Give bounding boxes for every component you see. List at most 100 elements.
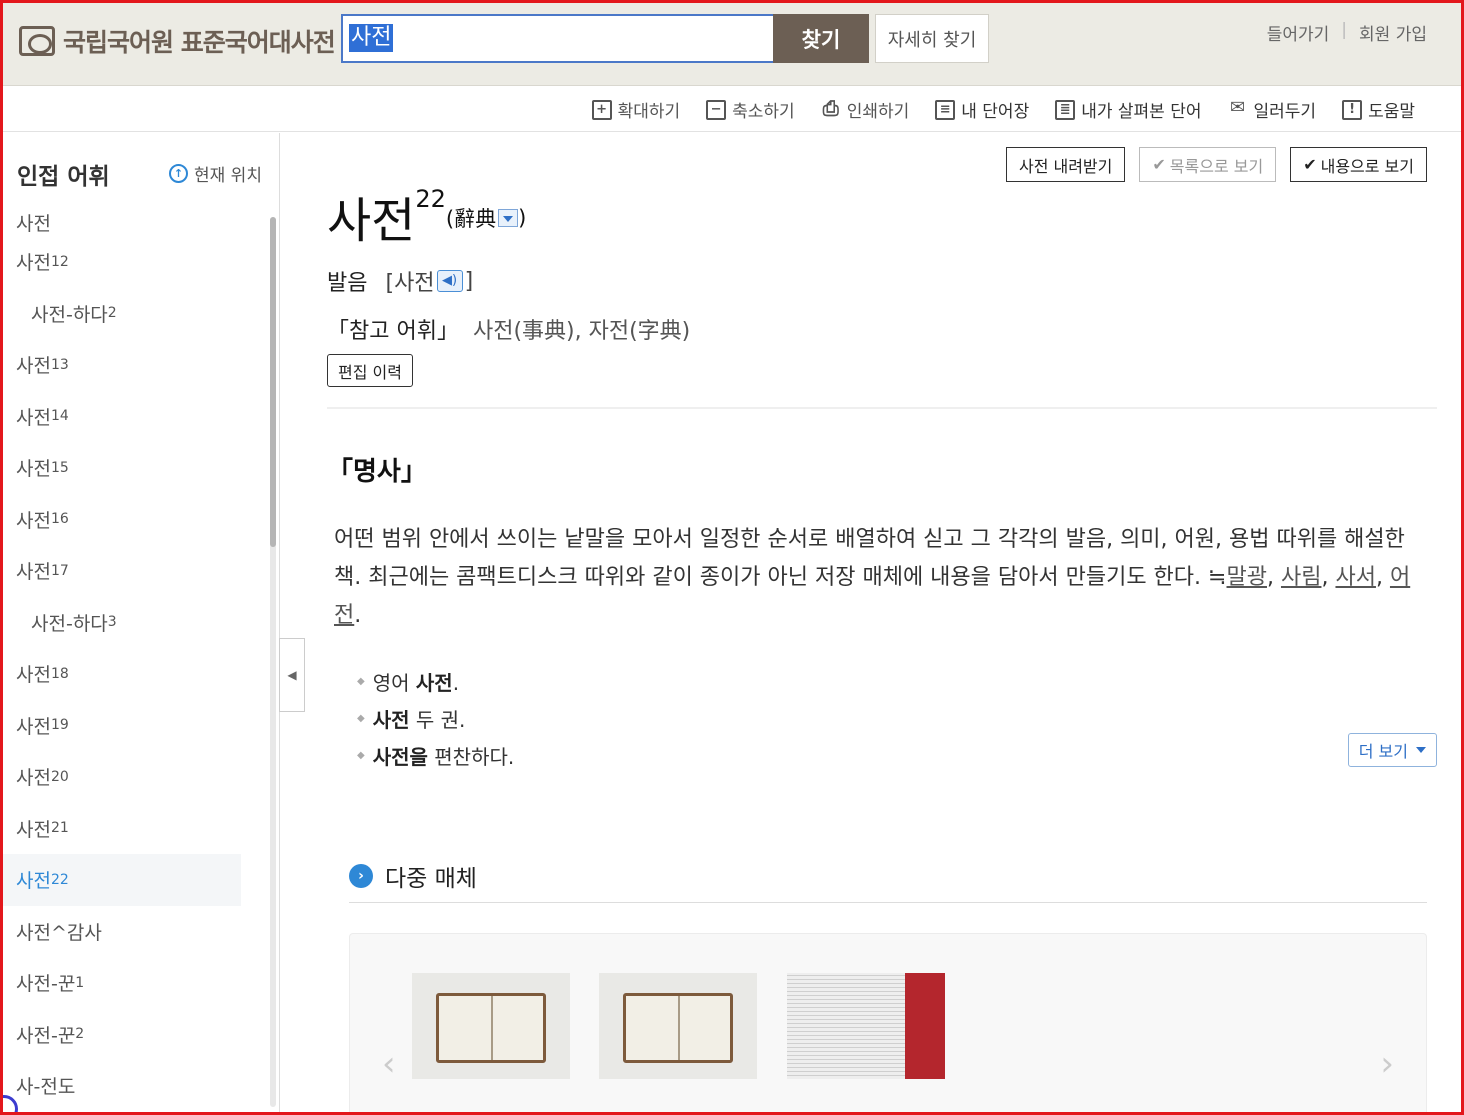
print-button[interactable]: ⎙ 인쇄하기 xyxy=(821,95,910,123)
sidebar-word-item[interactable]: 사전 17 xyxy=(3,545,271,597)
sidebar-word-item[interactable]: 사전 16 xyxy=(3,494,271,546)
speaker-icon[interactable]: ◀) xyxy=(436,270,463,292)
sidebar-word-number: 20 xyxy=(50,768,69,785)
help-button[interactable]: ! 도움말 xyxy=(1342,97,1415,122)
hanja-close: ) xyxy=(518,206,527,230)
login-link[interactable]: 들어가기 xyxy=(1267,20,1330,45)
reference-label: 「참고 어휘」 xyxy=(327,319,459,344)
sidebar-word-number: 21 xyxy=(50,820,69,837)
sidebar-word-label: 사-전도 xyxy=(16,1076,76,1099)
example-text: 사전을 편찬하다. xyxy=(372,745,515,769)
current-location-label: 현재 위치 xyxy=(194,166,262,186)
content-view-button[interactable]: ✔ 내용으로 보기 xyxy=(1290,147,1427,182)
carousel-next-icon[interactable]: › xyxy=(1380,1044,1394,1084)
synonym-link[interactable]: 말광 xyxy=(1227,565,1267,590)
example-item: ◆ 사전을 편찬하다. xyxy=(357,737,514,774)
sidebar-word-label: 사전 xyxy=(16,458,51,481)
pronunciation-text: [사전 xyxy=(385,271,435,296)
sidebar-word-number: 22 xyxy=(50,871,69,888)
hanja: (辭典 ) xyxy=(446,203,526,233)
list-view-button[interactable]: ✔ 목록으로 보기 xyxy=(1139,147,1277,182)
part-of-speech: 「명사」 xyxy=(327,457,427,487)
open-book-image xyxy=(436,993,546,1063)
carousel-prev-icon[interactable]: ‹ xyxy=(382,1044,396,1084)
content-view-label: 내용으로 보기 xyxy=(1320,156,1414,176)
zoom-in-button[interactable]: + 확대하기 xyxy=(591,97,681,122)
signup-link[interactable]: 회원 가입 xyxy=(1359,20,1427,45)
adjacent-word-list: 사전 사전 12 사전-하다 2 사전 13 사전 14 사전 15 사전 16 사전 17 사전-하다 3 사전… xyxy=(3,210,271,1112)
media-thumbnail[interactable] xyxy=(412,973,570,1079)
sidebar-word-number: 1 xyxy=(75,974,85,991)
sidebar-word-label: 사전 xyxy=(16,561,51,584)
entry-content: 사전 내려받기 ✔ 목록으로 보기 ✔ 내용으로 보기 사전 22 (辭典 ) … xyxy=(327,133,1439,1115)
media-thumbnail[interactable] xyxy=(599,973,757,1079)
sidebar-word-label: 사전 xyxy=(16,509,51,532)
synonym-link[interactable]: 사림 xyxy=(1281,565,1321,590)
logo-mark-icon xyxy=(19,26,55,56)
sidebar-word-number: 15 xyxy=(50,459,69,476)
site-logo[interactable]: 국립국어원 표준국어대사전 xyxy=(19,23,336,59)
sidebar-word-item[interactable]: 사전-하다 2 xyxy=(3,288,271,340)
sidebar-word-item[interactable]: 사전 xyxy=(3,210,271,236)
red-cover-image xyxy=(905,973,945,1079)
diamond-bullet-icon: ◆ xyxy=(357,750,365,761)
example-item: ◆ 사전 두 권. xyxy=(357,700,514,737)
hanja-dropdown-icon[interactable] xyxy=(498,209,519,227)
sidebar-word-item[interactable]: 사전 15 xyxy=(3,442,271,494)
sidebar-word-item[interactable]: 사전-꾼 2 xyxy=(3,1009,271,1061)
definition: 어떤 범위 안에서 쓰이는 낱말을 모아서 일정한 순서로 배열하여 싣고 그 … xyxy=(334,527,1411,628)
edit-history-button[interactable]: 편집 이력 xyxy=(327,354,413,387)
document-icon: ≣ xyxy=(1055,99,1076,120)
search-button[interactable]: 찾기 xyxy=(773,14,869,63)
help-label: 도움말 xyxy=(1368,102,1415,122)
pronunciation: 발음 [사전 ◀) ] xyxy=(327,265,473,297)
logo-text: 국립국어원 표준국어대사전 xyxy=(63,28,336,57)
search-input[interactable]: 사전 xyxy=(341,14,773,63)
more-label: 더 보기 xyxy=(1358,742,1408,761)
sidebar-word-label: 사전 xyxy=(16,213,51,235)
current-location-button[interactable]: ↑ 현재 위치 xyxy=(169,161,262,186)
sidebar-collapse-button[interactable]: ◀ xyxy=(279,638,305,712)
multimedia-divider xyxy=(349,902,1427,903)
sidebar-word-number: 3 xyxy=(107,614,117,631)
media-thumbnail[interactable] xyxy=(787,973,945,1079)
zoom-out-button[interactable]: − 축소하기 xyxy=(706,97,795,122)
reference-words: 「참고 어휘」 사전(事典), 자전(字典) xyxy=(327,313,690,345)
download-dictionary-button[interactable]: 사전 내려받기 xyxy=(1005,147,1126,182)
sidebar-word-label: 사전 xyxy=(16,406,51,429)
advanced-search-button[interactable]: 자세히 찾기 xyxy=(875,14,989,63)
sidebar-word-item[interactable]: 사-전도 xyxy=(3,1060,271,1112)
hanja-text: (辭典 xyxy=(445,207,497,231)
sidebar-word-item[interactable]: 사전^감사 xyxy=(3,906,271,958)
sidebar-word-label: 사전 xyxy=(16,870,51,893)
sidebar-word-item[interactable]: 사전 12 xyxy=(3,236,271,288)
sidebar-word-item[interactable]: 사전 20 xyxy=(3,751,271,803)
pronunciation-label: 발음 xyxy=(327,271,368,296)
sidebar-word-item[interactable]: 사전 14 xyxy=(3,391,271,443)
zoom-in-label: 확대하기 xyxy=(617,102,681,122)
diamond-bullet-icon: ◆ xyxy=(357,676,365,687)
sidebar-word-item[interactable]: 사전-하다 3 xyxy=(3,597,271,649)
more-examples-button[interactable]: 더 보기 xyxy=(1347,733,1437,767)
sidebar-scrollbar-thumb[interactable] xyxy=(270,217,276,547)
sidebar-word-item[interactable]: 사전 18 xyxy=(3,648,271,700)
reference-value[interactable]: 사전(事典), 자전(字典) xyxy=(473,313,690,345)
guide-button[interactable]: ✉ 일러두기 xyxy=(1228,97,1316,122)
sidebar-word-item[interactable]: 사전 21 xyxy=(3,803,271,855)
sidebar-word-label: 사전 xyxy=(16,252,51,275)
synonym-link[interactable]: 사서 xyxy=(1335,565,1375,590)
viewed-words-label: 내가 살펴본 단어 xyxy=(1081,102,1202,122)
adjacent-words-sidebar: 인접 어휘 ↑ 현재 위치 사전 사전 12 사전-하다 2 사전 13 사전 14 사전 15 사전… xyxy=(3,133,280,1112)
sidebar-word-item[interactable]: 사전 13 xyxy=(3,339,271,391)
sidebar-word-number: 16 xyxy=(50,511,69,528)
printer-icon: ⎙ xyxy=(822,95,839,120)
sidebar-word-label: 사전 xyxy=(16,767,51,790)
sidebar-word-number: 14 xyxy=(50,408,69,425)
sidebar-word-item[interactable]: 사전 19 xyxy=(3,700,271,752)
sidebar-word-item[interactable]: 사전-꾼 1 xyxy=(3,957,271,1009)
my-wordbook-button[interactable]: ≡ 내 단어장 xyxy=(935,97,1029,122)
print-label: 인쇄하기 xyxy=(846,102,910,122)
sidebar-word-item[interactable]: 사전 22 xyxy=(3,854,241,906)
viewed-words-button[interactable]: ≣ 내가 살펴본 단어 xyxy=(1055,97,1202,122)
sidebar-word-number: 2 xyxy=(107,305,117,322)
